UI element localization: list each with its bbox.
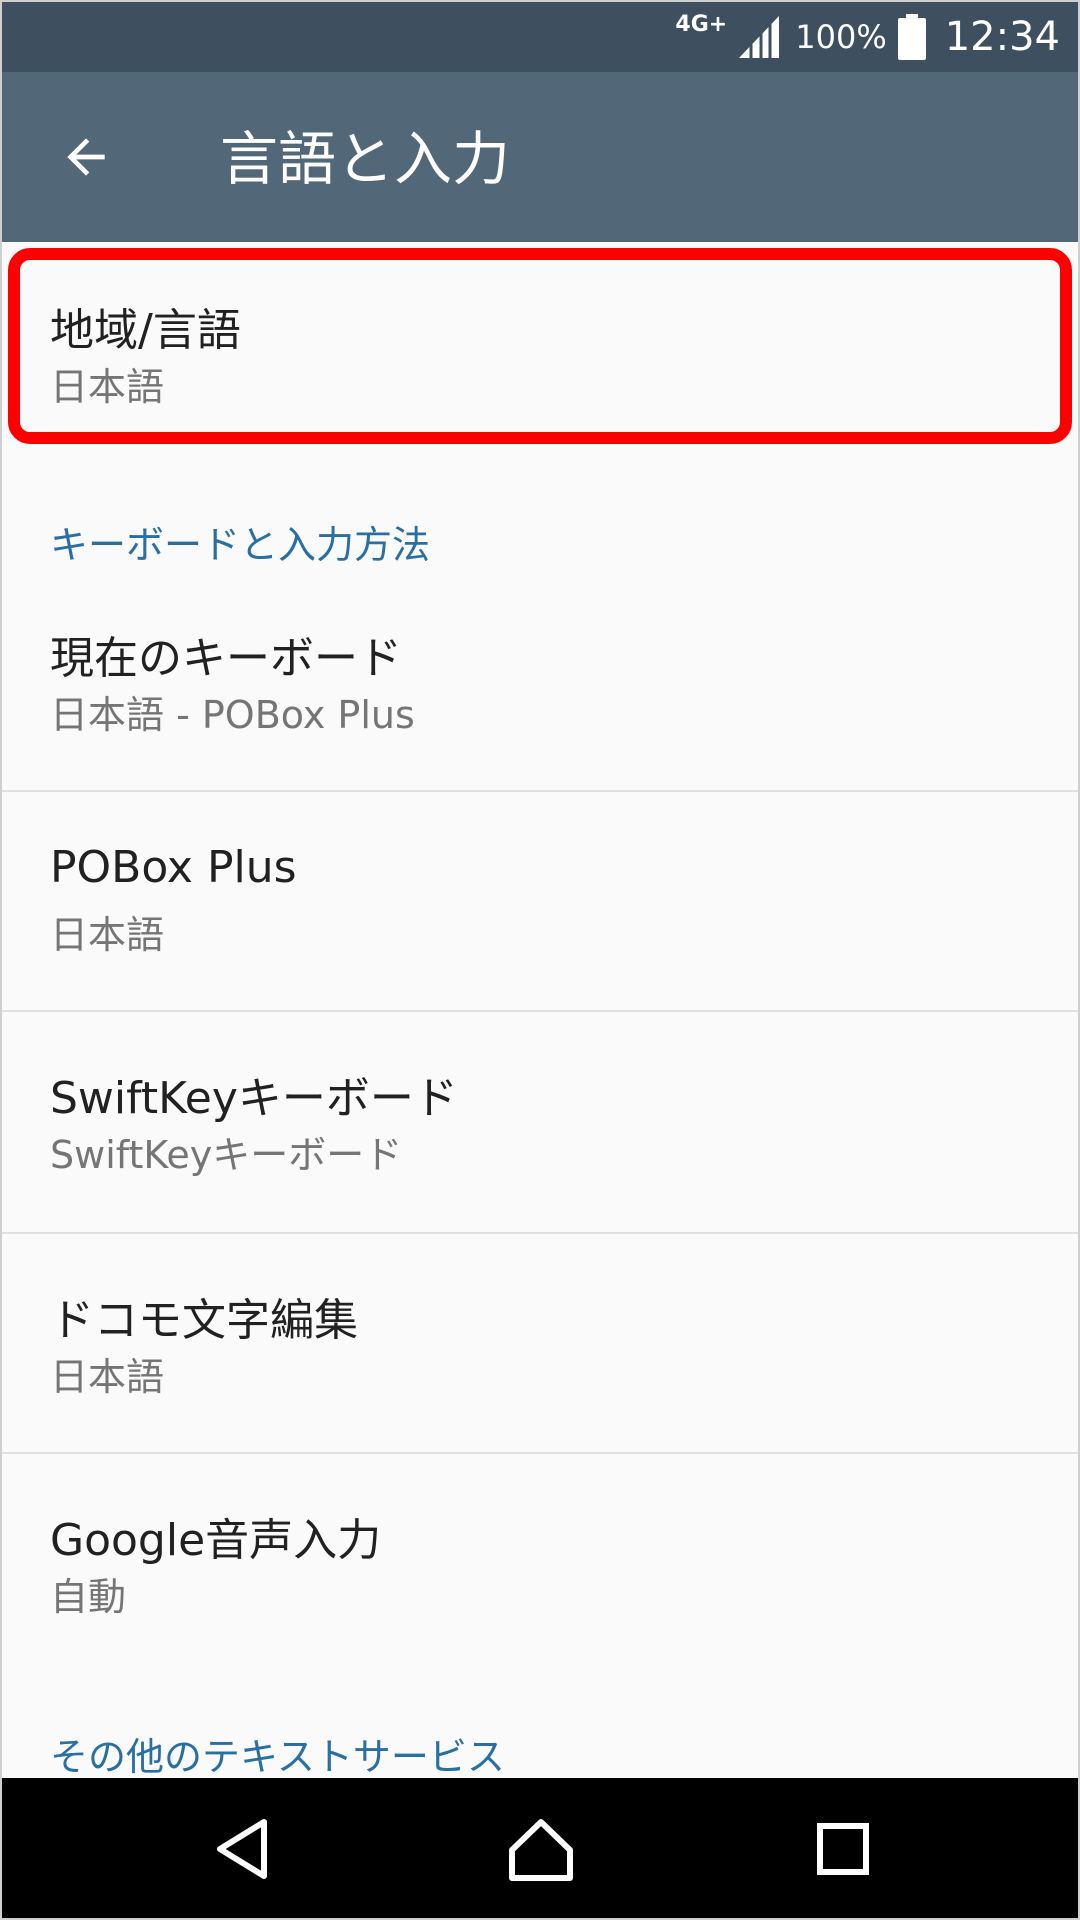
other-services-section-header: その他のテキストサービス — [50, 1735, 505, 1778]
clock: 12:34 — [944, 14, 1060, 60]
signal-icon — [739, 16, 780, 58]
docomo-text-edit-item[interactable]: ドコモ文字編集 日本語 — [2, 1234, 1078, 1452]
google-voice-input-title: Google音声入力 — [50, 1515, 382, 1566]
current-keyboard-title: 現在のキーボード — [50, 633, 402, 684]
pobox-plus-item[interactable]: POBox Plus 日本語 — [2, 792, 1078, 1010]
keyboard-section-header: キーボードと入力方法 — [50, 523, 431, 567]
current-keyboard-subtitle: 日本語 - POBox Plus — [50, 693, 415, 737]
docomo-text-edit-subtitle: 日本語 — [50, 1355, 165, 1399]
home-icon — [509, 1819, 573, 1881]
square-recents-icon — [817, 1823, 869, 1875]
swiftkey-title: SwiftKeyキーボード — [50, 1073, 458, 1124]
nav-home-button[interactable] — [496, 1804, 586, 1894]
nav-recents-button[interactable] — [798, 1804, 888, 1894]
google-voice-input-item[interactable]: Google音声入力 自動 — [2, 1454, 1078, 1672]
region-language-title: 地域/言語 — [50, 305, 241, 356]
pobox-plus-subtitle: 日本語 — [50, 913, 165, 957]
settings-list[interactable]: 地域/言語 日本語 キーボードと入力方法 現在のキーボード 日本語 - POBo… — [2, 242, 1078, 1778]
network-type: 4G+ — [675, 12, 728, 37]
battery-percent: 100% — [795, 18, 887, 56]
status-indicators: 4G+ 100% 12:34 — [675, 2, 1060, 72]
app-bar: 言語と入力 — [2, 72, 1078, 242]
navigation-bar — [2, 1778, 1078, 1918]
settings-screen: 4G+ 100% 12:34 言語と入力 地域/言語 日本語 キーボードと入力方… — [0, 0, 1080, 1920]
region-language-item[interactable]: 地域/言語 日本語 — [2, 242, 1078, 452]
swiftkey-item[interactable]: SwiftKeyキーボード SwiftKeyキーボード — [2, 1012, 1078, 1230]
triangle-back-icon — [217, 1819, 267, 1879]
pobox-plus-title: POBox Plus — [50, 842, 297, 893]
back-button[interactable] — [46, 122, 126, 192]
google-voice-input-subtitle: 自動 — [50, 1575, 127, 1619]
arrow-left-icon — [67, 138, 105, 176]
current-keyboard-item[interactable]: 現在のキーボード 日本語 - POBox Plus — [2, 572, 1078, 790]
docomo-text-edit-title: ドコモ文字編集 — [50, 1295, 358, 1346]
nav-back-button[interactable] — [198, 1804, 288, 1894]
battery-icon — [897, 14, 926, 60]
page-title: 言語と入力 — [220, 125, 511, 193]
region-language-subtitle: 日本語 — [50, 365, 165, 409]
swiftkey-subtitle: SwiftKeyキーボード — [50, 1133, 403, 1177]
status-bar: 4G+ 100% 12:34 — [2, 2, 1078, 72]
